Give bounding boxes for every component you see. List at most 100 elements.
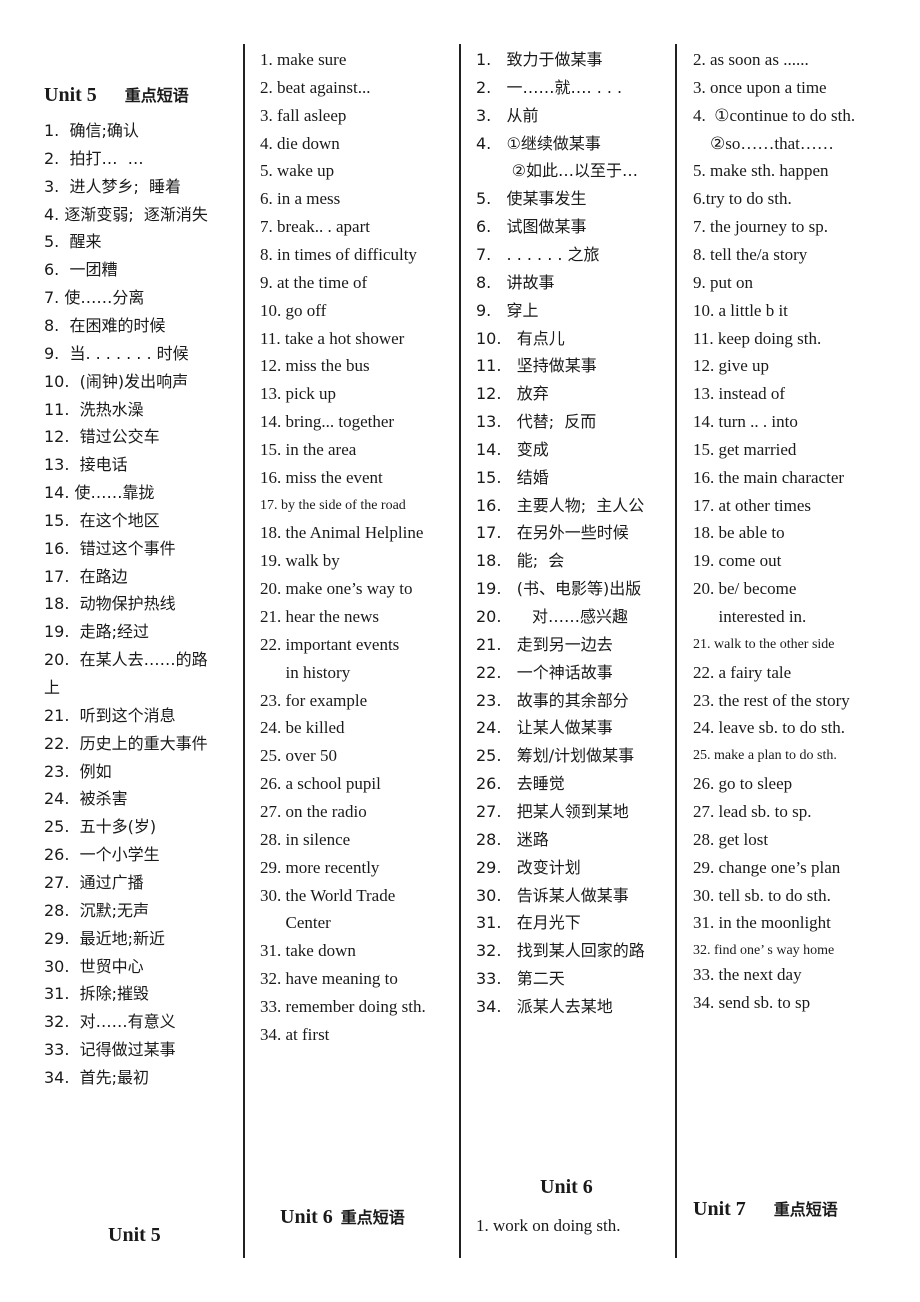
list-item: 24. leave sb. to do sth. [693, 718, 846, 738]
list-item: 17. 在路边 [44, 566, 128, 586]
list-item: 30. tell sb. to do sth. [693, 885, 831, 905]
list-item: 2. 一……就…. . . . [476, 77, 623, 97]
column-divider-3 [675, 44, 677, 1258]
list-item: 2. as soon as ...... [693, 50, 809, 69]
list-item: 34. at first [260, 1024, 330, 1044]
list-item: 16. miss the event [260, 467, 383, 487]
list-item: 15. get married [693, 439, 797, 459]
list-item: 15. in the area [260, 439, 357, 459]
list-item: 16. 主要人物; 主人公 [476, 495, 645, 515]
list-item: 1. make sure [260, 50, 347, 69]
list-item: 8. 讲故事 [476, 272, 555, 292]
list-item: 19. come out [693, 551, 782, 571]
list-item: 12. 错过公交车 [44, 427, 160, 447]
list-item: 15. 结婚 [476, 467, 549, 487]
list-item: 上 [44, 678, 61, 697]
list-item: 23. for example [260, 690, 368, 710]
list-item: 27. 通过广播 [44, 872, 144, 892]
list-item: 11. 洗热水澡 [44, 399, 144, 419]
list-item: 7. . . . . . . 之旅 [476, 244, 600, 264]
list-item: 22. 一个神话故事 [476, 662, 613, 682]
list-item: 26. go to sleep [693, 774, 793, 794]
list-item: in history [260, 662, 351, 682]
list-item: 7. break.. . apart [260, 217, 370, 237]
list-item: 34. 首先;最初 [44, 1067, 150, 1087]
list-item: 13. 接电话 [44, 455, 128, 475]
list-item: 12. miss the bus [260, 356, 370, 376]
list-item: 25. 五十多(岁) [44, 817, 157, 837]
list-item: 9. put on [693, 272, 753, 292]
list-item: 10. (闹钟)发出响声 [44, 371, 189, 391]
column-divider-2 [459, 44, 461, 1258]
list-item: 3. 进人梦乡; 睡着 [44, 176, 182, 196]
list-item: ②so……that…… [693, 133, 834, 153]
unit-label: Unit 7 [693, 1198, 746, 1220]
list-item: 30. 世贸中心 [44, 956, 144, 976]
list-item: 14. 使……靠拢 [44, 483, 155, 503]
list-item: 29. more recently [260, 857, 380, 877]
list-item: 31. take down [260, 941, 356, 961]
list-item: 5. make sth. happen [693, 161, 829, 181]
list-item: 5. 使某事发生 [476, 189, 587, 209]
list-item: 5. 醒来 [44, 232, 102, 252]
column-divider-1 [243, 44, 245, 1258]
section-heading-unit5: Unit 5 重点短语 [44, 82, 189, 107]
list-item: 18. 能; 会 [476, 551, 565, 571]
list-item: 22. important events [260, 634, 400, 654]
list-item: 8. in times of difficulty [260, 244, 417, 264]
list-item: 10. go off [260, 300, 327, 320]
list-item: 12. 放弃 [476, 384, 549, 404]
list-item: 24. 让某人做某事 [476, 718, 613, 738]
list-item: 11. 坚持做某事 [476, 356, 597, 376]
list-item: 20. 在某人去……的路 [44, 650, 208, 670]
list-item: 27. lead sb. to sp. [693, 801, 812, 821]
list-item: 1. work on doing sth. [476, 1216, 621, 1235]
list-item: 6. in a mess [260, 189, 341, 209]
list-item: 31. 拆除;摧毁 [44, 984, 150, 1004]
list-item: 8. 在困难的时候 [44, 315, 166, 335]
list-item: 9. at the time of [260, 272, 368, 292]
list-item: 33. the next day [693, 965, 802, 985]
list-item: 8. tell the/a story [693, 244, 808, 264]
list-item: 23. 故事的其余部分 [476, 690, 629, 710]
list-item: 25. 筹划/计划做某事 [476, 746, 635, 766]
list-item: 25. over 50 [260, 746, 337, 766]
list-item: 34. 派某人去某地 [476, 996, 613, 1016]
list-item: 32. 对……有意义 [44, 1012, 176, 1032]
list-item: 33. remember doing sth. [260, 996, 426, 1016]
list-item: ②如此…以至于… [476, 161, 638, 181]
list-item: 34. send sb. to sp [693, 992, 811, 1012]
list-item: 29. change one’s plan [693, 857, 841, 877]
list-item: 12. give up [693, 356, 770, 376]
list-item: 21. walk to the other side [693, 636, 835, 652]
list-item: 1. 致力于做某事 [476, 50, 603, 69]
unit-label: Unit 6 [280, 1206, 333, 1228]
list-item: 11. keep doing sth. [693, 328, 822, 348]
list-item: 31. 在月光下 [476, 913, 581, 933]
list-item: 11. take a hot shower [260, 328, 405, 348]
list-item: 2. 拍打… … [44, 148, 144, 168]
list-item: 4. die down [260, 133, 340, 153]
list-item: 21. 走到另一边去 [476, 634, 613, 654]
list-item: 16. 错过这个事件 [44, 538, 176, 558]
list-item: 3. once upon a time [693, 77, 827, 97]
list-item: 30. 告诉某人做某事 [476, 885, 629, 905]
list-item: 16. the main character [693, 467, 845, 487]
list-item: 3. fall asleep [260, 105, 347, 125]
list-item: 1. 确信;确认 [44, 121, 139, 140]
list-item: 24. be killed [260, 718, 345, 738]
list-item: 30. the World Trade [260, 885, 396, 905]
list-item: 18. be able to [693, 523, 785, 543]
list-item: 33. 记得做过某事 [44, 1040, 176, 1060]
list-item: 4. ①continue to do sth. [693, 105, 856, 125]
list-item: 17. at other times [693, 495, 812, 515]
list-item: 19. 走路;经过 [44, 622, 150, 642]
list-item: 9. 当. . . . . . . 时候 [44, 343, 189, 363]
list-item: 6. 试图做某事 [476, 217, 587, 237]
list-item: 32. find one’ s way home [693, 943, 835, 959]
list-item: 14. 变成 [476, 439, 549, 459]
list-item: interested in. [693, 607, 807, 626]
list-item: 21. hear the news [260, 607, 379, 626]
list-item: 24. 被杀害 [44, 789, 128, 809]
list-item: 33. 第二天 [476, 969, 565, 989]
